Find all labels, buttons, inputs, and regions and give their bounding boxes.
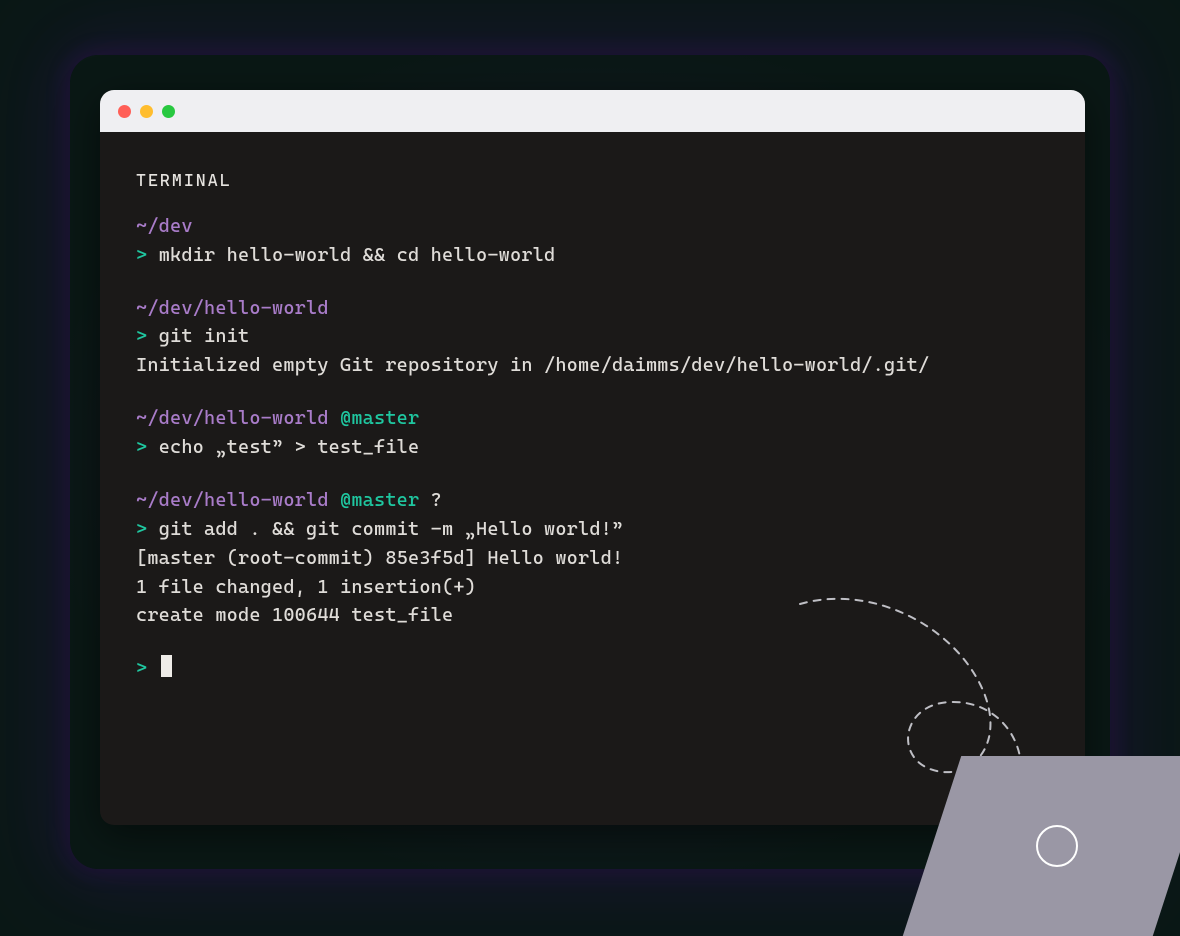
- terminal-prompt-line[interactable]: >: [136, 654, 1049, 683]
- command-output: Initialized empty Git repository in /hom…: [136, 351, 1049, 380]
- terminal-block: ~/dev/hello-world @master > echo „test” …: [136, 404, 1049, 462]
- window-titlebar: [100, 90, 1085, 132]
- terminal-block: ~/dev/hello-world @master ? > git add . …: [136, 486, 1049, 630]
- window-zoom-icon[interactable]: [162, 105, 175, 118]
- cursor-icon: [161, 655, 172, 677]
- prompt-path: ~/dev/hello-world: [136, 407, 329, 429]
- command-output: create mode 100644 test_file: [136, 601, 1049, 630]
- window-close-icon[interactable]: [118, 105, 131, 118]
- prompt-symbol: >: [136, 436, 147, 458]
- prompt-path: ~/dev/hello-world: [136, 297, 329, 319]
- prompt-path: ~/dev/hello-world: [136, 489, 329, 511]
- prompt-branch: @master: [340, 407, 419, 429]
- prompt-symbol: >: [136, 325, 147, 347]
- prompt-status: ?: [431, 489, 442, 511]
- command-output: [master (root-commit) 85e3f5d] Hello wor…: [136, 544, 1049, 573]
- terminal-block: ~/dev/hello-world > git init Initialized…: [136, 294, 1049, 381]
- terminal-window: TERMINAL ~/dev > mkdir hello-world && cd…: [100, 90, 1085, 825]
- prompt-path: ~/dev: [136, 215, 193, 237]
- command-text: git add . && git commit -m „Hello world!…: [159, 518, 624, 540]
- terminal-block: ~/dev > mkdir hello-world && cd hello-wo…: [136, 212, 1049, 270]
- command-output: 1 file changed, 1 insertion(+): [136, 573, 1049, 602]
- window-minimize-icon[interactable]: [140, 105, 153, 118]
- terminal-label: TERMINAL: [136, 168, 1049, 194]
- prompt-symbol: >: [136, 244, 147, 266]
- prompt-symbol: >: [136, 657, 147, 679]
- terminal-body[interactable]: TERMINAL ~/dev > mkdir hello-world && cd…: [100, 132, 1085, 719]
- command-text: git init: [159, 325, 250, 347]
- command-text: echo „test” > test_file: [159, 436, 420, 458]
- circle-icon: [1036, 825, 1078, 867]
- prompt-branch: @master: [340, 489, 419, 511]
- command-text: mkdir hello-world && cd hello-world: [159, 244, 556, 266]
- prompt-symbol: >: [136, 518, 147, 540]
